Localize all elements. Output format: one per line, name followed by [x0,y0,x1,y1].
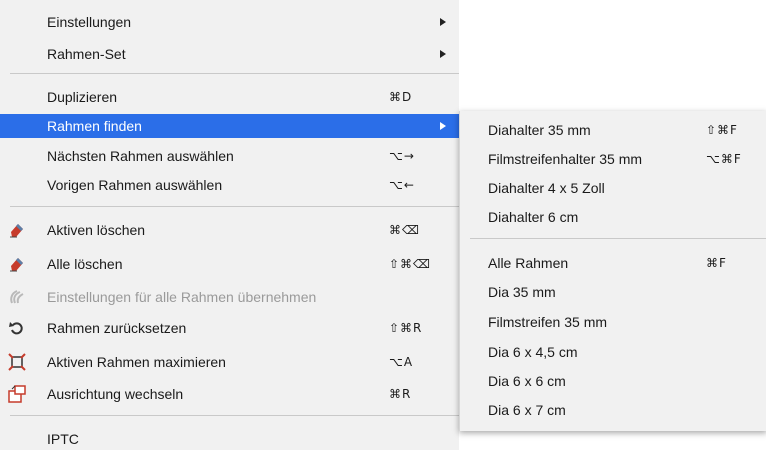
submenu-item-label: Alle Rahmen [488,255,569,271]
submenu-item-diahalter-6[interactable]: Diahalter 6 cm [460,205,766,229]
menu-item-shortcut: ⌥A [389,355,414,369]
menu-item-label: Rahmen zurücksetzen [47,320,187,336]
submenu-item-filmstreifenhalter-35[interactable]: Filmstreifenhalter 35 mm ⌥⌘F [460,147,766,171]
menu-item-label: Rahmen-Set [47,46,126,62]
apply-all-icon [10,290,24,304]
menu-item-aktiven-maximieren[interactable]: Aktiven Rahmen maximieren ⌥A [0,350,459,374]
menu-separator [10,73,459,74]
menu-item-aktiven-loeschen[interactable]: Aktiven löschen ⌘⌫ [0,218,459,242]
submenu-item-label: Dia 35 mm [488,284,556,300]
submenu-item-label: Filmstreifenhalter 35 mm [488,151,643,167]
menu-item-label: Vorigen Rahmen auswählen [47,177,223,193]
menu-item-label: Nächsten Rahmen auswählen [47,148,234,164]
submenu-arrow-icon [440,18,446,26]
submenu-arrow-icon [440,50,446,58]
menu-item-shortcut: ⇧⌘R [389,321,423,335]
submenu-arrow-icon [440,122,446,130]
submenu-item-label: Dia 6 x 4,5 cm [488,344,578,360]
submenu-item-label: Diahalter 4 x 5 Zoll [488,180,605,196]
menu-item-shortcut: ⇧⌘⌫ [389,257,432,271]
rotate-orientation-icon [8,385,26,403]
submenu-item-dia-6x7[interactable]: Dia 6 x 7 cm [460,398,766,422]
menu-item-label: Aktiven Rahmen maximieren [47,354,226,370]
submenu-item-diahalter-4x5[interactable]: Diahalter 4 x 5 Zoll [460,176,766,200]
menu-item-label: IPTC [47,431,79,447]
menu-item-label: Einstellungen [47,14,132,30]
menu-item-vorigen-rahmen[interactable]: Vorigen Rahmen auswählen ⌥← [0,173,459,197]
submenu-separator [470,238,766,239]
submenu-item-label: Dia 6 x 7 cm [488,402,566,418]
rahmen-finden-submenu: Diahalter 35 mm ⇧⌘F Filmstreifenhalter 3… [459,111,766,431]
menu-item-label: Rahmen finden [47,118,142,134]
eraser-icon [10,258,23,272]
submenu-item-shortcut: ⌥⌘F [706,152,742,166]
submenu-item-filmstreifen-35[interactable]: Filmstreifen 35 mm [460,310,766,334]
menu-item-naechsten-rahmen[interactable]: Nächsten Rahmen auswählen ⌥→ [0,144,459,168]
submenu-item-label: Filmstreifen 35 mm [488,314,608,330]
menu-item-duplizieren[interactable]: Duplizieren ⌘D [0,85,459,109]
submenu-item-shortcut: ⌘F [706,256,727,270]
menu-separator [10,206,459,207]
submenu-item-dia-6x6[interactable]: Dia 6 x 6 cm [460,369,766,393]
menu-item-rahmen-zuruecksetzen[interactable]: Rahmen zurücksetzen ⇧⌘R [0,316,459,340]
menu-item-ausrichtung-wechseln[interactable]: Ausrichtung wechseln ⌘R [0,382,459,406]
menu-item-einstellungen-alle: Einstellungen für alle Rahmen übernehmen [0,285,459,309]
menu-item-shortcut: ⌘D [389,90,413,104]
menu-item-einstellungen[interactable]: Einstellungen [0,10,459,34]
submenu-item-dia-35[interactable]: Dia 35 mm [460,280,766,304]
submenu-item-dia-6x45[interactable]: Dia 6 x 4,5 cm [460,340,766,364]
menu-item-shortcut: ⌘⌫ [389,223,420,237]
menu-item-shortcut: ⌘R [389,387,412,401]
submenu-item-shortcut: ⇧⌘F [706,123,738,137]
reset-icon [9,322,23,335]
menu-item-rahmen-finden[interactable]: Rahmen finden [0,114,459,138]
maximize-icon [8,353,26,371]
context-menu: Einstellungen Rahmen-Set Duplizieren ⌘D … [0,0,459,450]
menu-item-label: Duplizieren [47,89,118,105]
menu-item-label: Ausrichtung wechseln [47,386,184,402]
menu-item-rahmen-set[interactable]: Rahmen-Set [0,42,459,66]
menu-item-label: Aktiven löschen [47,222,146,238]
submenu-item-label: Dia 6 x 6 cm [488,373,566,389]
menu-item-label: Einstellungen für alle Rahmen übernehmen [47,289,317,305]
menu-separator [10,415,459,416]
submenu-item-alle-rahmen[interactable]: Alle Rahmen ⌘F [460,251,766,275]
menu-item-label: Alle löschen [47,256,123,272]
submenu-item-label: Diahalter 35 mm [488,122,591,138]
eraser-icon [10,224,23,238]
menu-item-shortcut: ⌥← [389,178,415,192]
menu-item-iptc[interactable]: IPTC [0,427,459,451]
menu-item-shortcut: ⌥→ [389,149,415,163]
submenu-item-diahalter-35[interactable]: Diahalter 35 mm ⇧⌘F [460,118,766,142]
menu-item-alle-loeschen[interactable]: Alle löschen ⇧⌘⌫ [0,252,459,276]
submenu-item-label: Diahalter 6 cm [488,209,579,225]
